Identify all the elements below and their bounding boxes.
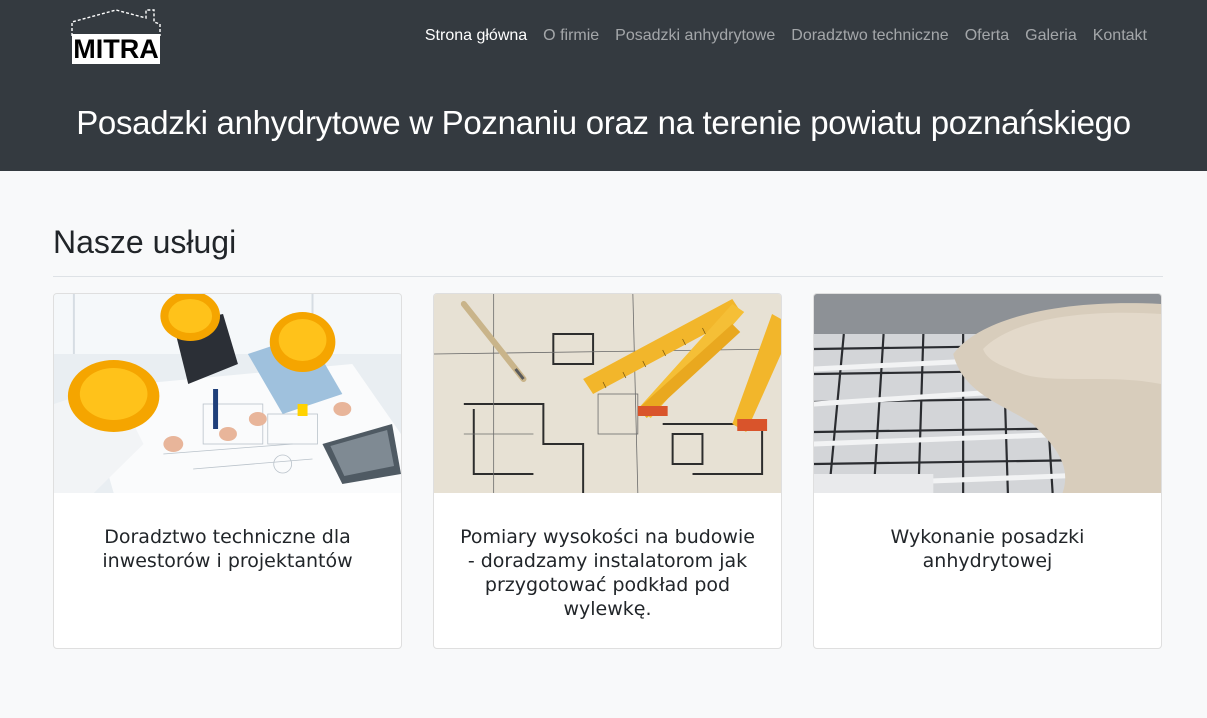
hero-title: Posadzki anhydrytowe w Poznaniu oraz na … [76, 104, 1131, 141]
nav-item-posadzki-anhydrytowe[interactable]: Posadzki anhydrytowe [607, 25, 783, 47]
site-header: MITRA Strona główna O firmie Posadzki an… [0, 0, 1207, 171]
card-title: Doradztwo techniczne dla inwestorów i pr… [102, 526, 353, 572]
floor-heating-screed-photo [814, 294, 1161, 493]
main-nav: Strona główna O firmie Posadzki anhydryt… [417, 25, 1155, 47]
blueprints-and-folding-ruler-photo [434, 294, 781, 493]
nav-item-oferta[interactable]: Oferta [957, 25, 1017, 47]
nav-item-kontakt[interactable]: Kontakt [1085, 25, 1155, 47]
nav-item-galeria[interactable]: Galeria [1017, 25, 1085, 47]
service-card-pomiary[interactable]: Pomiary wysokości na budowie - doradzamy… [433, 293, 782, 649]
section-divider [53, 276, 1163, 277]
card-title: Wykonanie posadzki anhydrytowej [890, 526, 1085, 572]
logo-text: MITRA [72, 34, 160, 64]
mitra-logo[interactable]: MITRA [70, 8, 162, 66]
section-title: Nasze usługi [53, 224, 237, 260]
services-section: Nasze usługi Doradztwo techniczne dla in… [53, 171, 1163, 649]
service-cards: Doradztwo techniczne dla inwestorów i pr… [53, 293, 1163, 649]
service-card-wykonanie[interactable]: Wykonanie posadzki anhydrytowej [813, 293, 1162, 649]
nav-item-strona-glowna[interactable]: Strona główna [417, 25, 535, 47]
card-title: Pomiary wysokości na budowie - doradzamy… [460, 526, 755, 620]
service-card-doradztwo[interactable]: Doradztwo techniczne dla inwestorów i pr… [53, 293, 402, 649]
engineers-with-hardhats-photo [54, 294, 401, 493]
nav-item-o-firmie[interactable]: O firmie [535, 25, 607, 47]
nav-item-doradztwo-techniczne[interactable]: Doradztwo techniczne [783, 25, 956, 47]
